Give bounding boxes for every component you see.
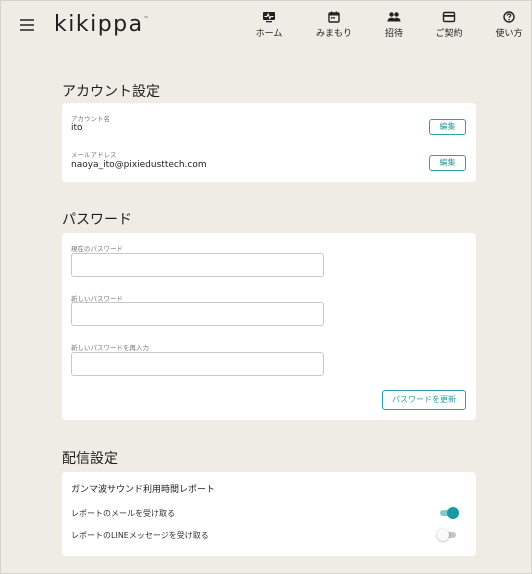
distribution-card: ガンマ波サウンド利用時間レポート レポートのメールを受け取る レポートのLINE… [62, 472, 476, 556]
new-password-input[interactable] [71, 302, 324, 326]
nav-howto-label: 使い方 [495, 29, 523, 39]
logo-text: kikippa [54, 12, 144, 37]
line-report-label: レポートのLINEメッセージを受け取る [71, 531, 209, 540]
logo[interactable]: kikippa™ [54, 12, 150, 37]
hamburger-menu-icon[interactable] [20, 19, 34, 31]
nav-home[interactable]: ホーム [253, 11, 285, 43]
help-circle-icon [503, 11, 515, 23]
account-section-title: アカウント設定 [62, 84, 160, 100]
email-report-toggle[interactable] [438, 507, 459, 519]
confirm-password-label: 新しいパスワードを再入力 [71, 344, 149, 352]
home-monitor-icon [263, 12, 275, 23]
people-icon [387, 12, 401, 22]
current-password-input[interactable] [71, 253, 324, 277]
nav-mimamori-label: みまもり [315, 29, 352, 39]
account-name-value: ito [71, 123, 83, 133]
credit-card-icon [442, 11, 456, 23]
nav-contract[interactable]: ご契約 [433, 11, 465, 43]
calendar-icon [328, 11, 340, 23]
update-password-button[interactable]: パスワードを更新 [382, 390, 466, 410]
password-card: 現在のパスワード 新しいパスワード 新しいパスワードを再入力 パスワードを更新 [62, 233, 476, 420]
nav-home-label: ホーム [255, 29, 283, 39]
trademark-mark: ™ [143, 16, 151, 22]
nav-contract-label: ご契約 [435, 29, 463, 39]
email-value: naoya_ito@pixiedusttech.com [71, 160, 207, 170]
nav-howto[interactable]: 使い方 [493, 11, 525, 43]
confirm-password-input[interactable] [71, 352, 324, 376]
account-card: アカウント名 ito 編集 メールアドレス naoya_ito@pixiedus… [62, 103, 476, 182]
edit-account-name-button[interactable]: 編集 [429, 119, 466, 135]
nav-mimamori[interactable]: みまもり [313, 11, 355, 43]
edit-email-button[interactable]: 編集 [429, 155, 466, 171]
line-report-toggle[interactable] [437, 529, 458, 541]
nav-invite-label: 招待 [384, 29, 403, 39]
gamma-report-title: ガンマ波サウンド利用時間レポート [71, 485, 216, 495]
password-section-title: パスワード [62, 212, 132, 228]
email-label: メールアドレス [71, 151, 117, 159]
account-name-label: アカウント名 [71, 115, 110, 123]
settings-page: kikippa™ ホーム みまもり 招待 ご契約 使い方 アカウント設定 アカウ… [0, 0, 532, 574]
app-header: kikippa™ ホーム みまもり 招待 ご契約 使い方 [1, 1, 531, 51]
current-password-label: 現在のパスワード [71, 245, 123, 253]
distribution-section-title: 配信設定 [62, 451, 118, 467]
email-report-label: レポートのメールを受け取る [71, 509, 175, 518]
nav-invite[interactable]: 招待 [381, 11, 407, 43]
